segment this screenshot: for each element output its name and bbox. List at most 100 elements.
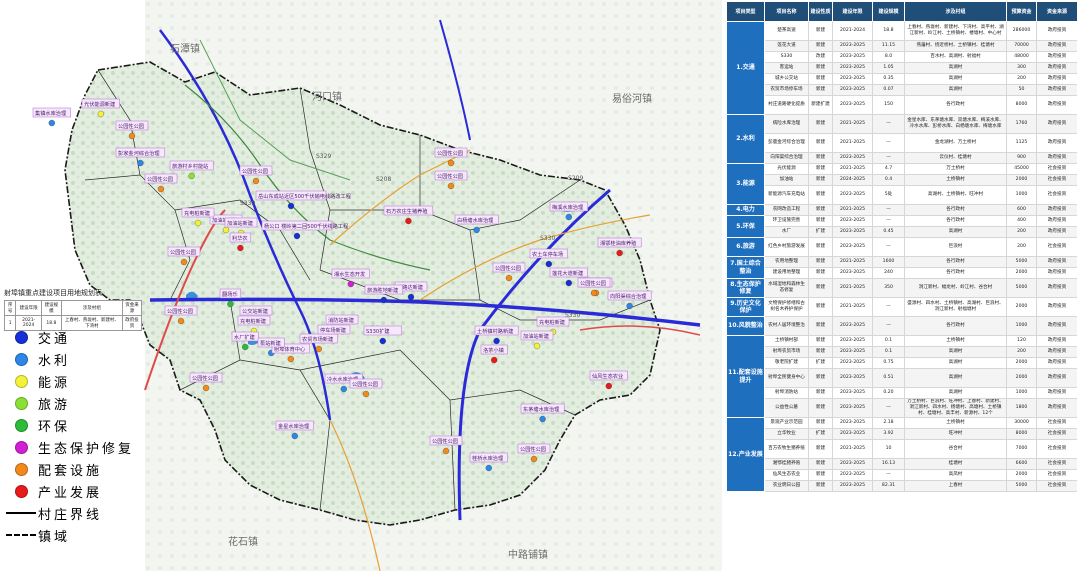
project-marker[interactable]	[447, 159, 455, 167]
table-cell: 政府投资	[1036, 256, 1077, 268]
project-marker[interactable]	[188, 172, 195, 180]
project-marker[interactable]	[362, 390, 370, 398]
project-marker[interactable]	[202, 384, 210, 392]
table-cell: 政府投资	[1036, 398, 1077, 418]
table-cell: 政府投资	[1036, 278, 1077, 298]
table-cell: 新建	[808, 174, 833, 186]
table-row: 射埠消防站 新建 2023-2025 0.20 高湖村 1000 政府投资	[727, 387, 1077, 399]
table-cell: 旺冲村	[904, 428, 1007, 440]
project-label: 梅溪水库治理	[549, 201, 588, 212]
project-label: 公园性公园	[429, 435, 463, 446]
project-label-text: 公园性公园	[242, 167, 268, 175]
project-marker[interactable]	[137, 159, 144, 167]
legend-label: 旅游	[38, 397, 71, 413]
table-cell: 新建	[808, 40, 833, 52]
project-marker[interactable]	[340, 385, 347, 393]
project-label: 公园性公园	[434, 147, 468, 158]
project-marker[interactable]	[407, 293, 415, 301]
project-label-text: 公园性公园	[118, 122, 144, 130]
project-marker[interactable]	[180, 258, 188, 266]
project-marker[interactable]	[227, 300, 234, 308]
table-row: 农业明日公园 新建 2023-2025 82.31 上春村 5000 社会投资	[727, 480, 1077, 492]
table-cell: 48000	[1006, 51, 1037, 63]
project-marker[interactable]	[565, 213, 572, 221]
project-label-text: 充电桩新建	[240, 317, 266, 325]
project-label-text: 消防站新建	[328, 316, 354, 324]
project-marker[interactable]	[128, 132, 136, 140]
table-header-cell: 预算资金	[1006, 1, 1037, 22]
legend-label: 产业发展	[38, 485, 103, 501]
project-marker[interactable]	[493, 337, 500, 345]
project-marker[interactable]	[539, 415, 546, 423]
project-marker[interactable]	[315, 345, 322, 353]
project-marker[interactable]	[379, 337, 386, 345]
project-marker[interactable]	[194, 219, 202, 227]
table-cell: 文物保护修缮和古树名木养护保护	[764, 297, 809, 317]
project-label: 公园性公园	[239, 165, 273, 176]
project-marker[interactable]	[485, 464, 492, 472]
table-cell: 高凤村	[904, 469, 1007, 481]
table-cell: 70000	[1006, 40, 1037, 52]
table-cell: 政府投资	[1036, 40, 1077, 52]
table-cell: 政府投资	[1036, 152, 1077, 164]
table-cell: 2021-2025	[832, 133, 873, 153]
project-marker[interactable]	[237, 244, 244, 252]
table-cell: 2023-2025	[832, 398, 873, 418]
project-marker[interactable]	[347, 280, 354, 288]
table-cell: 各行政村	[904, 204, 1007, 216]
table-cell: 8.0	[872, 51, 905, 63]
table-row: 立华牧业 扩建 2023-2025 3.92 旺冲村 8000 社会投资	[727, 428, 1077, 440]
project-label: 旅游村乡村能站	[169, 160, 214, 171]
project-marker[interactable]	[616, 249, 623, 257]
project-marker[interactable]	[252, 177, 260, 185]
table-cell: 病险水库治理	[764, 114, 809, 134]
project-label: 翻场乐	[219, 288, 242, 299]
table-cell: 0.20	[872, 387, 905, 399]
project-marker[interactable]	[473, 226, 480, 234]
project-marker[interactable]	[405, 217, 412, 225]
table-cell: 高湖村	[904, 226, 1007, 238]
project-marker[interactable]	[442, 447, 450, 455]
table-cell: 射埠消防站	[764, 387, 809, 399]
table-row: 7.国土综合整治 农用地整理 新建 2021-2025 1600 各行政村 5000 政府投资	[726, 256, 1077, 279]
table-cell: 0.75	[872, 357, 905, 369]
project-marker[interactable]	[505, 274, 513, 282]
table-cell: 各行政村	[904, 256, 1007, 268]
project-marker[interactable]	[287, 202, 295, 210]
project-label-text: 停车场新建	[320, 326, 346, 334]
project-marker[interactable]	[97, 110, 104, 118]
legend-item: 能源	[4, 370, 146, 392]
project-marker[interactable]	[533, 342, 541, 350]
project-marker[interactable]	[605, 382, 612, 390]
table-cell: 0.35	[872, 73, 905, 85]
project-marker[interactable]	[545, 260, 552, 268]
project-marker[interactable]	[222, 226, 230, 234]
table-cell: 仙风生态农业	[764, 469, 809, 481]
project-marker[interactable]	[447, 182, 455, 190]
table-cell: 2023-2025	[832, 469, 873, 481]
table-cell: 农贸市场停车场	[764, 84, 809, 96]
table-cell: 2021-2024	[832, 21, 873, 41]
project-marker[interactable]	[48, 119, 55, 127]
project-marker[interactable]	[242, 343, 249, 351]
project-marker[interactable]	[590, 289, 598, 297]
legend-dot-icon	[14, 352, 28, 366]
project-marker[interactable]	[291, 432, 298, 440]
project-label-text: 公园性公园	[147, 175, 173, 183]
project-marker[interactable]	[380, 296, 387, 304]
table-cell: 2023-2025	[832, 417, 873, 429]
project-table: 项目类型 项目名称 建设性质 建设年限 建设规模 涉及村组 预算资金 资金来源 1.交通 楚茶高…	[726, 1, 1077, 492]
project-marker[interactable]	[287, 355, 294, 363]
project-marker[interactable]	[293, 232, 301, 240]
project-marker[interactable]	[565, 279, 572, 287]
project-marker[interactable]	[177, 317, 185, 325]
project-label: 农贸市场新建	[299, 333, 338, 344]
project-marker[interactable]	[491, 356, 498, 364]
table-row: 加油站 新建 2024-2025 0.4 土桥镇村 2000 社会投资	[727, 174, 1077, 186]
map-panel[interactable]: 石潭镇 河口镇 易俗河镇 花石镇 中路铺镇 S329 S330 S330 S33…	[0, 0, 722, 571]
legend-line-icon	[6, 512, 36, 514]
project-marker[interactable]	[157, 185, 165, 193]
project-marker[interactable]	[530, 455, 538, 463]
project-marker[interactable]	[626, 302, 633, 310]
project-label-text: 水厂扩建	[234, 333, 255, 341]
